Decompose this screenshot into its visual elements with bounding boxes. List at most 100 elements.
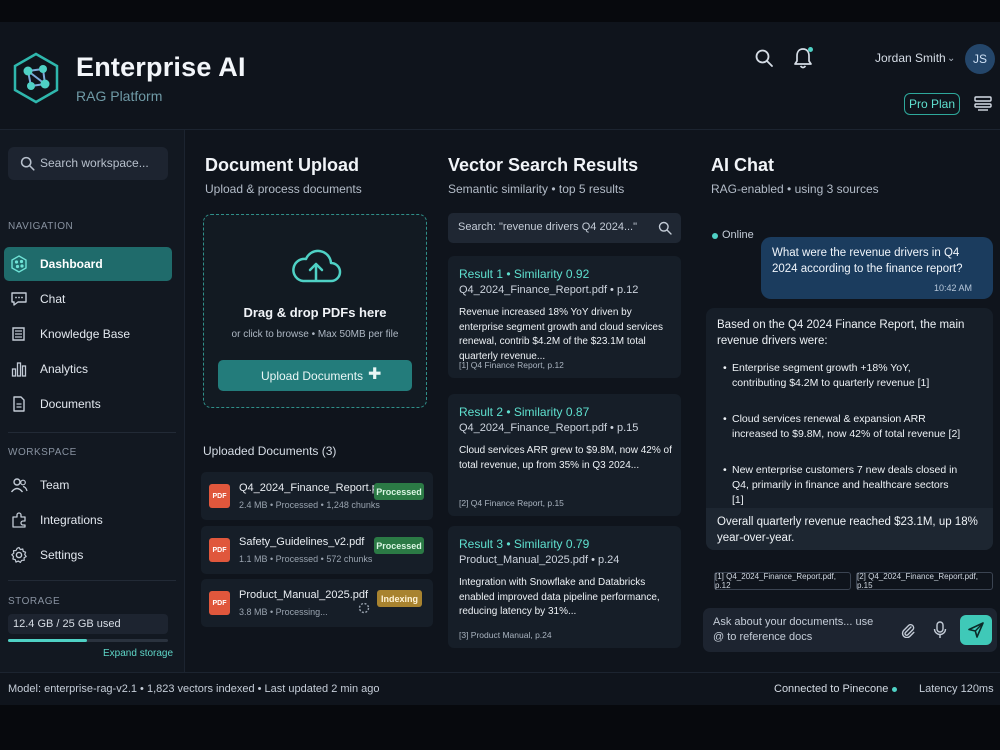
upload-title: Document Upload: [205, 155, 360, 175]
sidebar-item-documents[interactable]: Documents: [4, 387, 172, 421]
sidebar-divider: [8, 580, 176, 581]
sidebar-item-knowledge-base[interactable]: Knowledge Base: [4, 317, 172, 351]
dropzone-title: Drag & drop PDFs here: [243, 305, 387, 320]
search-result-card[interactable]: Result 3 • Similarity 0.79 Product_Manua…: [448, 526, 681, 648]
chat-input-placeholder: Ask about your documents... use @ to ref…: [713, 616, 874, 643]
upload-button-label: Upload Documents: [261, 369, 364, 383]
chat-input[interactable]: Ask about your documents... use @ to ref…: [703, 608, 997, 652]
chevron-down-icon[interactable]: ⌄: [947, 53, 955, 64]
avatar[interactable]: JS: [965, 44, 995, 74]
knowledge-base-icon: [12, 327, 25, 341]
chat-subtitle: RAG-enabled • using 3 sources: [711, 182, 879, 196]
bullet-text: New enterprise customers 7 new deals clo…: [732, 464, 958, 506]
workspace-section-label: WORKSPACE: [8, 447, 77, 458]
pdf-file-icon: PDF: [209, 538, 230, 562]
sidebar-item-label: Chat: [40, 292, 66, 306]
window-top-strip: [0, 0, 1000, 22]
document-meta: 3.8 MB • Processing...: [239, 607, 328, 617]
bullet-marker: •: [723, 413, 727, 425]
ai-response-bubble: Based on the Q4 2024 Finance Report, the…: [706, 308, 993, 550]
search-icon[interactable]: [754, 48, 774, 68]
storage-usage: 12.4 GB / 25 GB used: [8, 614, 168, 634]
search-result-card[interactable]: Result 2 • Similarity 0.87 Q4_2024_Finan…: [448, 394, 681, 516]
document-meta: 1.1 MB • Processed • 572 chunks: [239, 554, 373, 564]
sidebar-item-integrations[interactable]: Integrations: [4, 503, 172, 537]
ai-summary-text: Overall quarterly revenue reached $23.1M…: [717, 516, 978, 544]
send-button[interactable]: [960, 615, 992, 645]
vector-search-subtitle: Semantic similarity • top 5 results: [448, 182, 625, 196]
dashboard-icon: [11, 255, 27, 273]
source-chip[interactable]: [2] Q4_2024_Finance_Report.pdf, p.15: [856, 572, 993, 590]
user-message-bubble: What were the revenue drivers in Q4 2024…: [761, 237, 993, 299]
upload-subtitle: Upload & process documents: [205, 182, 362, 196]
vector-search-query: Search: "revenue drivers Q4 2024...": [458, 221, 638, 233]
result-title: Result 2 • Similarity 0.87: [459, 405, 590, 419]
analytics-icon: [11, 362, 27, 377]
sidebar-item-label: Integrations: [40, 513, 103, 527]
paperclip-icon[interactable]: [900, 622, 916, 638]
sidebar-item-label: Knowledge Base: [40, 327, 131, 341]
source-chip[interactable]: [1] Q4_2024_Finance_Report.pdf, p.12: [714, 572, 851, 590]
result-citation: [1] Q4 Finance Report, p.12: [459, 360, 564, 370]
bullet-marker: •: [723, 464, 727, 476]
pro-plan-badge[interactable]: Pro Plan: [904, 93, 960, 115]
app-header: Enterprise AI RAG Platform Jordan Smith …: [0, 22, 1000, 130]
vector-search-title: Vector Search Results: [448, 155, 639, 175]
result-file: Product_Manual_2025.pdf • p.24: [459, 554, 620, 566]
sidebar-item-label: Documents: [40, 397, 101, 411]
status-bar: Model: enterprise-rag-v2.1 • 1,823 vecto…: [0, 672, 1000, 705]
sidebar-item-chat[interactable]: Chat: [4, 282, 172, 316]
storage-section-label: STORAGE: [8, 596, 61, 607]
upload-documents-button[interactable]: Upload Documents ✚: [218, 360, 412, 391]
cloud-upload-icon: [292, 249, 342, 283]
status-badge: Processed: [374, 537, 424, 554]
sidebar-item-dashboard[interactable]: Dashboard: [4, 247, 172, 281]
sidebar-item-label: Dashboard: [40, 257, 103, 271]
integrations-icon: [12, 512, 26, 528]
sidebar-item-label: Analytics: [40, 362, 89, 376]
result-snippet: Cloud services ARR grew to $9.8M, now 42…: [459, 445, 672, 471]
online-status-dot: [712, 233, 718, 239]
user-name[interactable]: Jordan Smith: [875, 51, 946, 65]
connection-status-dot: [892, 687, 897, 692]
status-model-info: Model: enterprise-rag-v2.1 • 1,823 vecto…: [8, 683, 380, 695]
expand-storage-link[interactable]: Expand storage: [103, 648, 173, 659]
sidebar-item-settings[interactable]: Settings: [4, 538, 172, 572]
status-badge: Indexing: [377, 590, 422, 607]
team-icon: [10, 478, 28, 493]
vector-search-input[interactable]: Search: "revenue drivers Q4 2024...": [448, 213, 681, 243]
dropzone-subtitle: or click to browse • Max 50MB per file: [231, 329, 399, 340]
result-snippet: Revenue increased 18% YoY driven by ente…: [459, 307, 663, 362]
app-window: Enterprise AI RAG Platform Jordan Smith …: [0, 22, 1000, 705]
chat-icon: [11, 292, 27, 306]
workspace-search-input[interactable]: Search workspace...: [8, 147, 168, 180]
ai-response-intro: Based on the Q4 2024 Finance Report, the…: [717, 319, 965, 347]
gear-icon: [11, 546, 27, 563]
result-title: Result 3 • Similarity 0.79: [459, 537, 590, 551]
loading-spinner-icon: [358, 602, 370, 614]
bullet-marker: •: [723, 362, 727, 374]
plus-icon: ✚: [368, 366, 382, 383]
search-icon[interactable]: [658, 221, 672, 235]
pdf-file-icon: PDF: [209, 591, 230, 615]
documents-icon: [13, 396, 25, 412]
search-result-card[interactable]: Result 1 • Similarity 0.92 Q4_2024_Finan…: [448, 256, 681, 378]
document-name: Q4_2024_Finance_Report.pdf: [239, 482, 387, 494]
sidebar-item-analytics[interactable]: Analytics: [4, 352, 172, 386]
logo-icon: [13, 52, 59, 104]
sidebar-divider: [8, 432, 176, 433]
sidebar-item-label: Settings: [40, 548, 84, 562]
pdf-dropzone[interactable]: Drag & drop PDFs here or click to browse…: [203, 214, 427, 408]
uploaded-documents-title: Uploaded Documents (3): [203, 444, 337, 458]
message-timestamp: 10:42 AM: [934, 283, 973, 293]
microphone-icon[interactable]: [933, 621, 947, 639]
online-status-label: Online: [722, 229, 754, 241]
window-bottom-strip: [0, 705, 1000, 750]
layout-toggle-icon[interactable]: [974, 96, 992, 112]
storage-usage-text: 12.4 GB / 25 GB used: [13, 618, 121, 630]
sidebar-item-team[interactable]: Team: [4, 468, 172, 502]
document-meta: 2.4 MB • Processed • 1,248 chunks: [239, 500, 380, 510]
bullet-text: Cloud services renewal & expansion ARR i…: [732, 413, 961, 440]
bullet-text: Enterprise segment growth +18% YoY, cont…: [732, 362, 930, 389]
ai-response-summary: Overall quarterly revenue reached $23.1M…: [706, 508, 993, 550]
